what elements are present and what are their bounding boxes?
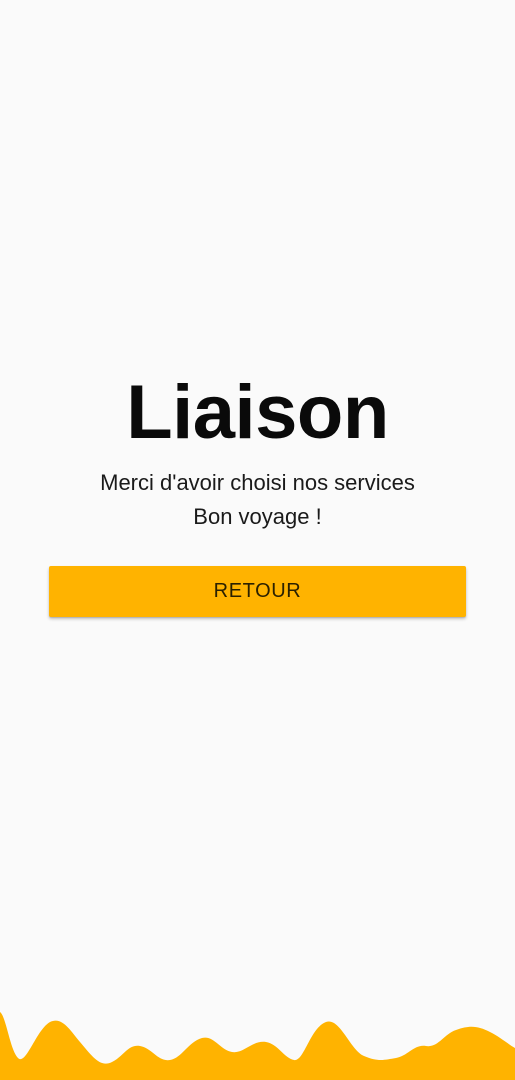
decorative-wave (0, 1012, 515, 1080)
retour-button[interactable]: RETOUR (49, 566, 466, 617)
thank-you-text: Merci d'avoir choisi nos services (100, 470, 415, 495)
bon-voyage-text: Bon voyage ! (193, 504, 322, 529)
confirmation-content: Liaison Merci d'avoir choisi nos service… (0, 368, 515, 534)
app-title: Liaison (126, 370, 389, 455)
confirmation-screen: Liaison Merci d'avoir choisi nos service… (0, 0, 515, 1080)
thank-you-message: Merci d'avoir choisi nos services Bon vo… (0, 466, 515, 534)
